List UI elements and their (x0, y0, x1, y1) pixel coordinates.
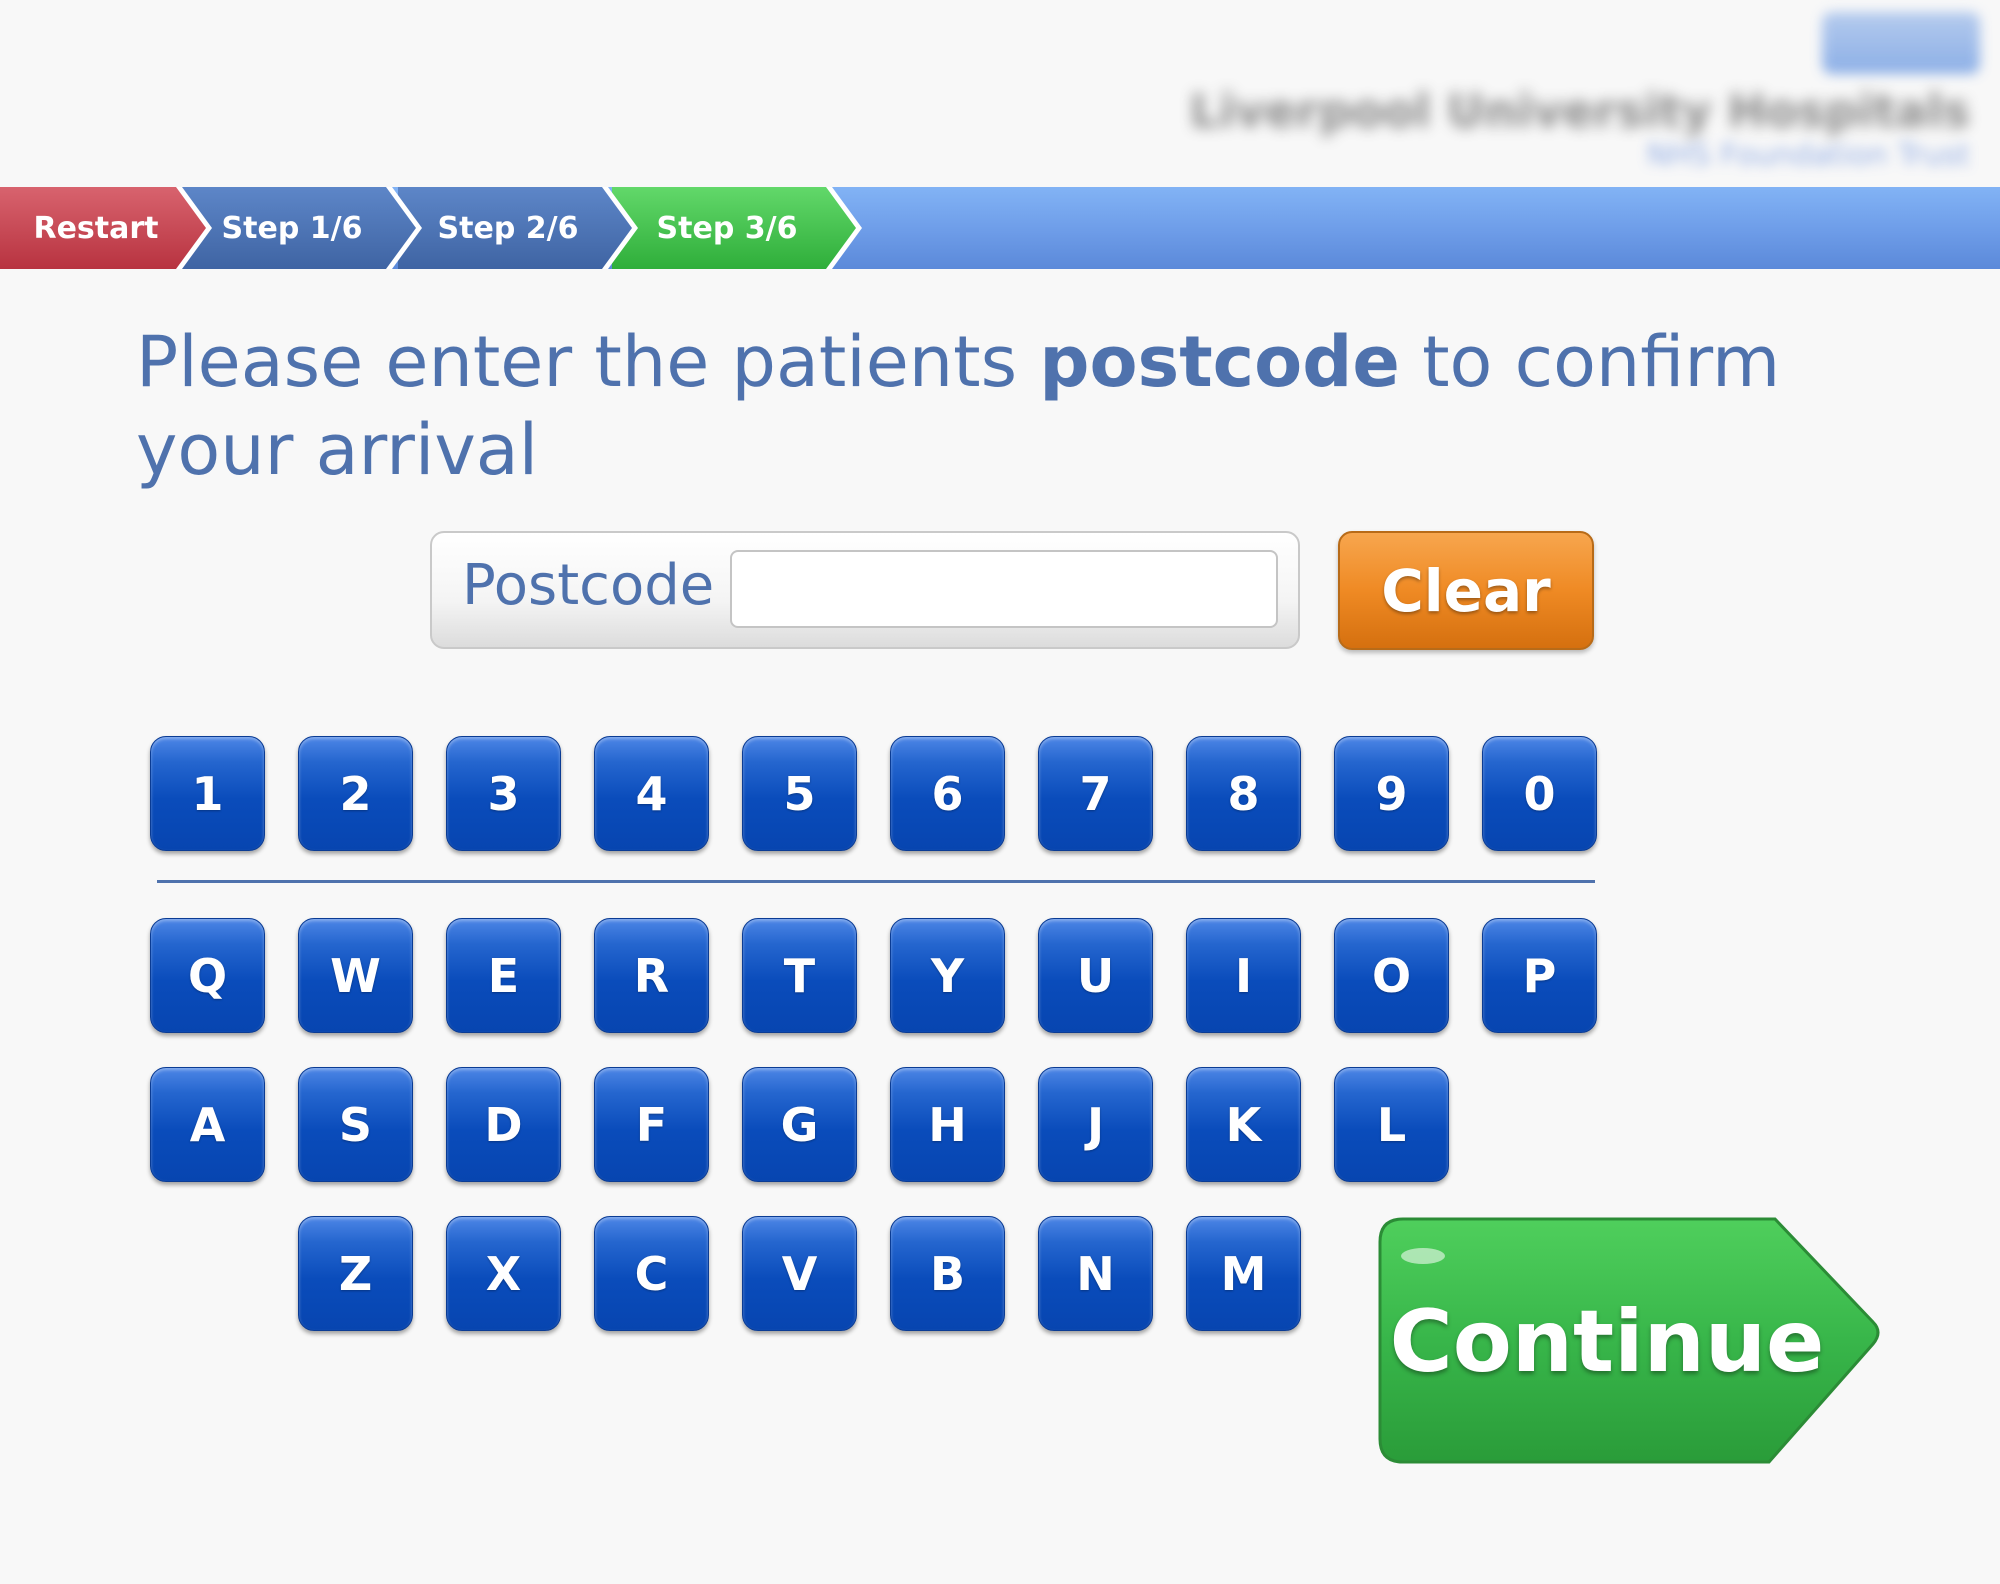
restart-label: Restart (33, 210, 159, 246)
organisation-name: Liverpool University Hospitals (1189, 84, 1970, 138)
key-k[interactable]: K (1186, 1067, 1301, 1182)
key-c[interactable]: C (594, 1216, 709, 1331)
progress-step-bar: Step 3/6 Step 2/6 Step 1/6 Restart (0, 187, 2000, 269)
key-i[interactable]: I (1186, 918, 1301, 1033)
postcode-input[interactable] (730, 550, 1278, 628)
key-p[interactable]: P (1482, 918, 1597, 1033)
key-u[interactable]: U (1038, 918, 1153, 1033)
key-s[interactable]: S (298, 1067, 413, 1182)
key-o[interactable]: O (1334, 918, 1449, 1033)
step-3-label: Step 3/6 (656, 210, 798, 246)
instruction-text-start: Please enter the patients (136, 321, 1040, 403)
page-instruction: Please enter the patients postcode to co… (136, 318, 1916, 494)
key-8[interactable]: 8 (1186, 736, 1301, 851)
key-6[interactable]: 6 (890, 736, 1005, 851)
key-9[interactable]: 9 (1334, 736, 1449, 851)
key-7[interactable]: 7 (1038, 736, 1153, 851)
key-4[interactable]: 4 (594, 736, 709, 851)
step-2-button[interactable]: Step 2/6 (398, 187, 638, 269)
key-r[interactable]: R (594, 918, 709, 1033)
key-f[interactable]: F (594, 1067, 709, 1182)
key-t[interactable]: T (742, 918, 857, 1033)
key-h[interactable]: H (890, 1067, 1005, 1182)
key-l[interactable]: L (1334, 1067, 1449, 1182)
key-z[interactable]: Z (298, 1216, 413, 1331)
key-d[interactable]: D (446, 1067, 561, 1182)
instruction-emphasis: postcode (1039, 321, 1400, 403)
key-j[interactable]: J (1038, 1067, 1153, 1182)
key-5[interactable]: 5 (742, 736, 857, 851)
key-e[interactable]: E (446, 918, 561, 1033)
continue-button[interactable]: Continue (1377, 1216, 1883, 1468)
key-3[interactable]: 3 (446, 736, 561, 851)
step-1-button[interactable]: Step 1/6 (182, 187, 422, 269)
postcode-panel: Postcode (430, 531, 1300, 649)
key-y[interactable]: Y (890, 918, 1005, 1033)
nhs-logo (1822, 12, 1980, 74)
key-0[interactable]: 0 (1482, 736, 1597, 851)
kiosk-screen: Liverpool University Hospitals NHS Found… (0, 0, 2000, 1584)
postcode-label: Postcode (462, 553, 715, 618)
step-3-current: Step 3/6 (612, 187, 862, 269)
key-2[interactable]: 2 (298, 736, 413, 851)
key-b[interactable]: B (890, 1216, 1005, 1331)
continue-label: Continue (1389, 1292, 1825, 1392)
key-g[interactable]: G (742, 1067, 857, 1182)
key-a[interactable]: A (150, 1067, 265, 1182)
key-n[interactable]: N (1038, 1216, 1153, 1331)
key-v[interactable]: V (742, 1216, 857, 1331)
restart-button[interactable]: Restart (0, 187, 212, 269)
key-q[interactable]: Q (150, 918, 265, 1033)
key-w[interactable]: W (298, 918, 413, 1033)
keyboard-divider (157, 880, 1595, 883)
key-1[interactable]: 1 (150, 736, 265, 851)
key-x[interactable]: X (446, 1216, 561, 1331)
step-1-label: Step 1/6 (221, 210, 363, 246)
organisation-subtitle: NHS Foundation Trust (1646, 138, 1970, 173)
clear-button[interactable]: Clear (1338, 531, 1594, 650)
key-m[interactable]: M (1186, 1216, 1301, 1331)
step-2-label: Step 2/6 (437, 210, 579, 246)
